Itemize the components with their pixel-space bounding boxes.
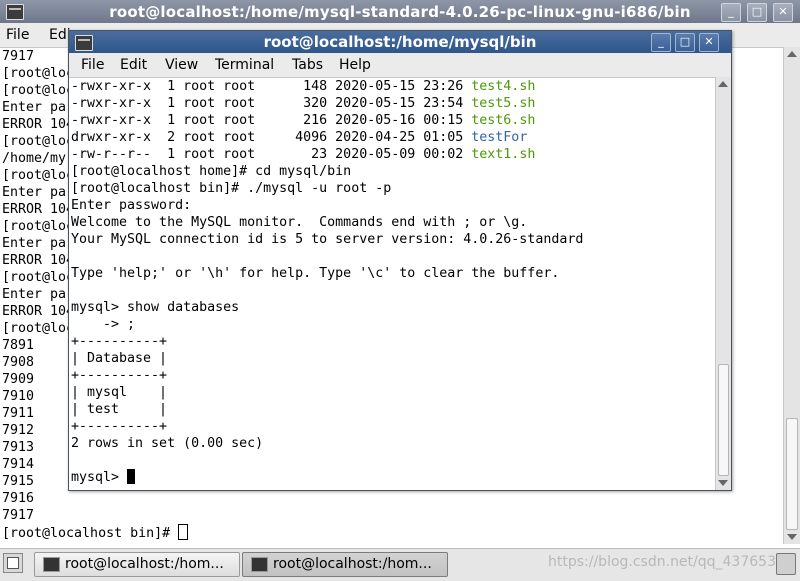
file-name: test4.sh: [471, 79, 536, 94]
file-meta: -rw-r--r-- 1 root root 23 2020-05-09 00:…: [71, 147, 472, 162]
terminal-line: mysql> show databases: [71, 300, 240, 315]
menu-tabs[interactable]: Tabs: [292, 57, 323, 73]
file-meta: -rwxr-xr-x 1 root root 320 2020-05-15 23…: [71, 96, 472, 111]
file-name: text1.sh: [471, 147, 536, 162]
text-cursor: [178, 524, 189, 540]
file-meta: -rwxr-xr-x 1 root root 148 2020-05-15 23…: [71, 79, 472, 94]
terminal-line: | mysql |: [71, 385, 168, 400]
file-listing-row: drwxr-xr-x 2 root root 4096 2020-04-25 0…: [71, 129, 583, 146]
front-terminal-output[interactable]: -rwxr-xr-x 1 root root 148 2020-05-15 23…: [71, 78, 583, 486]
terminal-line: Type 'help;' or '\h' for help. Type '\c'…: [71, 266, 560, 281]
terminal-line: | test |: [71, 402, 168, 417]
text-cursor: [127, 469, 136, 484]
minimize-icon[interactable]: _: [721, 3, 741, 22]
terminal-line: [root@localhost home]# cd mysql/bin: [71, 164, 352, 179]
terminal-line: Welcome to the MySQL monitor. Commands e…: [71, 215, 528, 230]
file-name: test5.sh: [471, 96, 536, 111]
close-icon[interactable]: ✕: [699, 33, 719, 52]
scroll-down-arrow-icon[interactable]: [718, 480, 728, 486]
scroll-down-arrow-icon[interactable]: [787, 534, 797, 540]
terminal-line: +----------+: [71, 368, 168, 383]
front-window-scrollbar[interactable]: [715, 77, 731, 490]
taskbar-item-terminal-1[interactable]: root@localhost:/hom...: [34, 552, 240, 577]
shell-prompt: [root@localhost bin]#: [2, 526, 179, 541]
taskbar-item-label: root@localhost:/hom...: [273, 556, 432, 572]
terminal-line: 7916: [2, 491, 35, 506]
scrollbar-thumb[interactable]: [786, 418, 798, 530]
terminal-line: +----------+: [71, 419, 168, 434]
show-desktop-icon[interactable]: [3, 553, 23, 573]
taskbar-item-terminal-2[interactable]: root@localhost:/hom...: [242, 552, 448, 577]
watermark-text: https://blog.csdn.net/qq_4376531: [548, 554, 785, 570]
terminal-line: Enter password:: [71, 198, 192, 213]
maximize-icon[interactable]: □: [747, 3, 767, 22]
menu-help[interactable]: Help: [339, 57, 371, 73]
scrollbar-thumb[interactable]: [718, 364, 729, 476]
menu-terminal[interactable]: Terminal: [215, 57, 274, 73]
mysql-prompt: mysql>: [71, 470, 128, 485]
terminal-icon: [43, 557, 60, 572]
back-window-title: root@localhost:/home/mysql-standard-4.0.…: [109, 3, 691, 21]
terminal-line: | Database |: [71, 351, 168, 366]
file-meta: -rwxr-xr-x 1 root root 216 2020-05-16 00…: [71, 113, 472, 128]
back-window-titlebar[interactable]: root@localhost:/home/mysql-standard-4.0.…: [0, 0, 800, 23]
menu-file[interactable]: File: [81, 57, 104, 73]
mysql-prompt-line: mysql>: [71, 469, 583, 486]
taskbar-item-label: root@localhost:/hom...: [65, 556, 224, 572]
front-window-title: root@localhost:/home/mysql/bin: [263, 33, 537, 51]
back-window-scrollbar[interactable]: [783, 47, 800, 544]
file-meta: drwxr-xr-x 2 root root 4096 2020-04-25 0…: [71, 130, 472, 145]
file-listing-row: -rwxr-xr-x 1 root root 148 2020-05-15 23…: [71, 78, 583, 95]
terminal-icon: [251, 557, 268, 572]
terminal-prompt-line: [root@localhost bin]#: [2, 524, 189, 541]
file-name: test6.sh: [471, 113, 536, 128]
file-listing-row: -rw-r--r-- 1 root root 23 2020-05-09 00:…: [71, 146, 583, 163]
trash-icon[interactable]: [776, 553, 796, 575]
scroll-up-arrow-icon[interactable]: [787, 51, 797, 57]
file-name: testFor: [471, 130, 528, 145]
menu-view[interactable]: View: [165, 57, 198, 73]
minimize-icon[interactable]: _: [651, 33, 671, 52]
scroll-up-arrow-icon[interactable]: [718, 81, 728, 87]
file-listing-row: -rwxr-xr-x 1 root root 320 2020-05-15 23…: [71, 95, 583, 112]
front-window-menubar: File Edit View Terminal Tabs Help: [69, 53, 731, 78]
menu-edit[interactable]: Edit: [120, 57, 147, 73]
front-terminal-window[interactable]: root@localhost:/home/mysql/bin _ □ ✕ Fil…: [68, 30, 732, 491]
terminal-line: 2 rows in set (0.00 sec): [71, 436, 264, 451]
front-window-titlebar[interactable]: root@localhost:/home/mysql/bin _ □ ✕: [69, 31, 731, 53]
terminal-line: -> ;: [71, 317, 136, 332]
terminal-line: Your MySQL connection id is 5 to server …: [71, 232, 584, 247]
terminal-line: [root@localhost bin]# ./mysql -u root -p: [71, 181, 392, 196]
menu-file[interactable]: File: [6, 27, 29, 43]
terminal-line: 7917: [2, 508, 35, 523]
file-listing-row: -rwxr-xr-x 1 root root 216 2020-05-16 00…: [71, 112, 583, 129]
maximize-icon[interactable]: □: [675, 33, 695, 52]
close-icon[interactable]: ✕: [773, 3, 793, 22]
terminal-line: +----------+: [71, 334, 168, 349]
